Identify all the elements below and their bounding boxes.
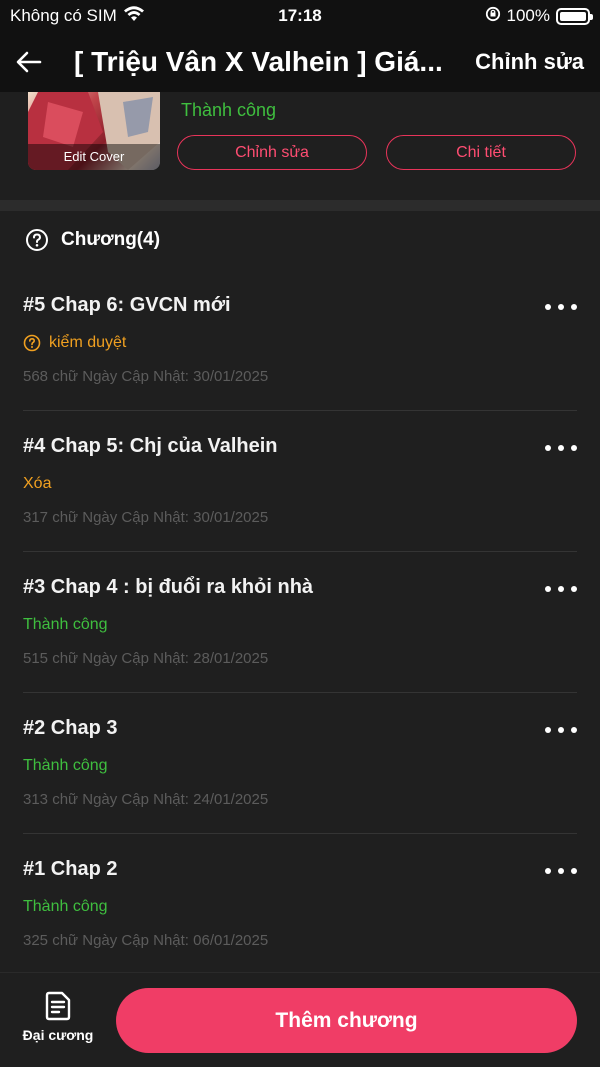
carrier-label: Không có SIM (10, 6, 117, 25)
outline-tab[interactable]: Đại cương (18, 991, 98, 1043)
more-options-icon[interactable] (545, 439, 577, 457)
chapter-item[interactable]: #1 Chap 2 Thành công 325 chữ Ngày Cập Nh… (23, 834, 577, 975)
chapter-status-label: Xóa (23, 475, 52, 492)
battery-icon (556, 7, 593, 25)
nav-bar: [ Triệu Vân X Valhein ] Giá... Chỉnh sửa (0, 32, 600, 92)
status-left: Không có SIM (10, 5, 145, 27)
chapter-meta: 515 chữ Ngày Cập Nhật: 28/01/2025 (23, 650, 269, 667)
add-chapter-button[interactable]: Thêm chương (116, 988, 577, 1053)
battery-fill (560, 11, 586, 21)
battery-percent: 100% (506, 6, 550, 25)
more-options-icon[interactable] (545, 580, 577, 598)
bottom-bar: Đại cương Thêm chương (0, 972, 600, 1067)
edit-story-button[interactable]: Chỉnh sửa (475, 49, 584, 75)
chapter-meta: 568 chữ Ngày Cập Nhật: 30/01/2025 (23, 368, 269, 385)
chapter-status: Xóa (23, 475, 51, 493)
chapter-title: #4 Chap 5: Chj của Valhein (23, 435, 278, 457)
more-options-icon[interactable] (545, 721, 577, 739)
chapter-status-label: kiểm duyệt (49, 334, 127, 351)
document-icon (45, 991, 71, 1021)
chapter-meta: 325 chữ Ngày Cập Nhật: 06/01/2025 (23, 932, 269, 949)
chapter-item[interactable]: #2 Chap 3 Thành công 313 chữ Ngày Cập Nh… (23, 693, 577, 834)
edit-button[interactable]: Chỉnh sửa (177, 135, 367, 170)
chapters-count-title: Chương(4) (61, 229, 161, 250)
chapter-status: Thành công (23, 616, 108, 634)
outline-label: Đại cương (22, 1027, 94, 1043)
cover-image[interactable]: Edit Cover (28, 92, 160, 170)
chapter-item[interactable]: #3 Chap 4 : bị đuổi ra khỏi nhà Thành cô… (23, 552, 577, 693)
story-status: Thành công (181, 100, 277, 120)
section-divider (0, 200, 600, 211)
page-title: [ Triệu Vân X Valhein ] Giá... (74, 46, 443, 77)
chapter-status-label: Thành công (23, 757, 108, 774)
chapter-title: #3 Chap 4 : bị đuổi ra khỏi nhà (23, 576, 314, 598)
chapter-status: Thành công (23, 898, 108, 916)
status-bar: Không có SIM 17:18 100% (0, 0, 600, 32)
more-options-icon[interactable] (545, 298, 577, 316)
chapter-status: Thành công (23, 757, 108, 775)
chapter-item[interactable]: #4 Chap 5: Chj của Valhein Xóa 317 chữ N… (23, 411, 577, 552)
chapter-status: kiểm duyệt (23, 334, 126, 352)
more-options-icon[interactable] (545, 862, 577, 880)
chapters-header: Chương(4) (25, 228, 160, 252)
details-button[interactable]: Chi tiết (386, 135, 576, 170)
chapter-status-label: Thành công (23, 898, 108, 915)
back-button[interactable] (16, 42, 56, 82)
edit-cover-label: Edit Cover (28, 144, 160, 170)
back-arrow-icon (16, 51, 42, 73)
question-icon (23, 334, 41, 352)
chapter-title: #1 Chap 2 (23, 858, 118, 880)
wifi-icon (123, 5, 145, 27)
rotation-lock-icon (485, 6, 501, 27)
help-circle-icon[interactable] (25, 228, 49, 252)
chapter-list: #5 Chap 6: GVCN mới kiểm duyệt 568 chữ N… (0, 270, 600, 975)
chapter-meta: 317 chữ Ngày Cập Nhật: 30/01/2025 (23, 509, 269, 526)
chapter-title: #2 Chap 3 (23, 717, 118, 739)
status-right: 100% (485, 6, 593, 27)
chapter-meta: 313 chữ Ngày Cập Nhật: 24/01/2025 (23, 791, 269, 808)
chapter-status-label: Thành công (23, 616, 108, 633)
chapter-item[interactable]: #5 Chap 6: GVCN mới kiểm duyệt 568 chữ N… (23, 270, 577, 411)
story-card: Edit Cover Thành công Chỉnh sửa Chi tiết (0, 92, 600, 200)
chapter-title: #5 Chap 6: GVCN mới (23, 294, 231, 316)
